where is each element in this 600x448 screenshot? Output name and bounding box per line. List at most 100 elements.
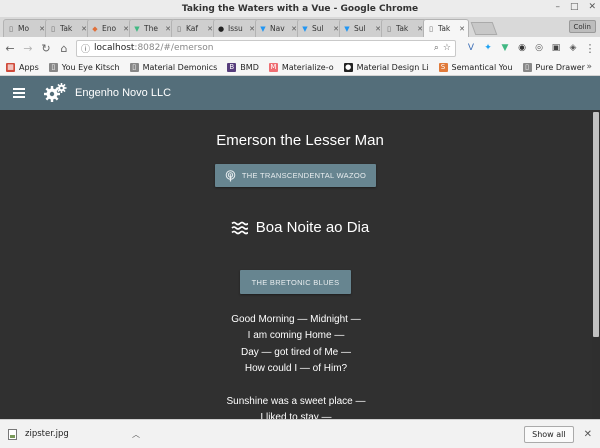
bookmark-label: Material Design Li [356,62,429,72]
poem-line: Good Morning — Midnight — [231,314,361,325]
window-title: Taking the Waters with a Vue - Google Ch… [181,3,419,14]
menu-icon[interactable] [13,88,25,98]
tab-label: The [144,24,158,33]
bookmark-favicon-icon: ▦ [6,62,15,72]
tab-favicon-icon: ▯ [429,24,433,33]
bookmark-item[interactable]: M Materialize-o [268,62,334,72]
url-path: :8082/#/emerson [134,43,214,53]
bookmark-item[interactable]: ● Material Design Li [343,62,429,72]
bookmark-label: Materialize-o [281,62,334,72]
window-titlebar: Taking the Waters with a Vue - Google Ch… [0,0,600,17]
bookmark-item[interactable]: ▦ Apps [6,62,39,72]
chevron-up-icon[interactable]: ︿ [132,429,140,440]
reload-button[interactable]: ↻ [40,41,52,55]
bookmark-item[interactable]: ▯ Pure Drawer [522,62,585,72]
browser-tab[interactable]: ▼ Sul ✕ [339,19,385,37]
zoom-icon[interactable]: ⌕ [434,43,439,53]
poem-text: Good Morning — Midnight — I am coming Hom… [0,312,592,419]
bookmark-label: Semantical You [451,62,513,72]
chrome-menu-icon[interactable]: ⋮ [584,41,596,55]
browser-tab[interactable]: ▯ Kaf ✕ [171,19,217,37]
tab-favicon-icon: ◆ [92,24,98,33]
bookmark-item[interactable]: ▯ Material Demonics [129,62,217,72]
scrollbar-thumb[interactable] [593,112,599,337]
scrollbar-track[interactable] [592,110,600,419]
extension-icon[interactable]: ▣ [551,43,561,53]
url-host: localhost [94,43,135,53]
bookmark-favicon-icon: ● [343,62,353,72]
profile-button[interactable]: Colin [568,20,596,33]
browser-tab[interactable]: ▼ Sul ✕ [297,19,343,37]
extension-icon[interactable]: V [466,43,476,53]
podcast-icon [225,169,236,181]
show-all-button[interactable]: Show all [524,425,574,443]
stanza-break [0,378,592,394]
poem-line: How could I — of Him? [244,363,348,375]
browser-toolbar: ← → ↻ ⌂ ⓘ localhost:8082/#/emerson ⌕ ☆ V… [0,37,600,59]
browser-tab[interactable]: ▯ Mo ✕ [3,19,49,37]
tab-label: Tak [60,24,73,33]
browser-tab[interactable]: ▯ Tak ✕ [45,19,91,37]
extension-icon[interactable]: ▼ [500,43,510,53]
tab-label: Kaf [186,24,199,33]
browser-tab[interactable]: ▯ Tak ✕ [381,19,427,37]
bookmarks-bar: ▦ Apps ▯ You Eye Kitsch ▯ Material Demonics B B… [0,59,600,76]
poem-line: I am coming Home — [247,330,345,342]
bookmark-item[interactable]: B BMD [227,62,259,72]
back-button[interactable]: ← [4,41,16,55]
poem-line: Day — got tired of Me — [240,346,352,358]
poem-title: Boa Noite ao Dia [255,219,370,236]
brand[interactable]: Engenho Novo LLC [43,82,171,104]
transcendental-wazoo-label: The Transcendental Wazoo [241,171,367,180]
bookmark-favicon-icon: B [227,62,237,72]
page-title: Emerson the Lesser Man [216,132,384,149]
new-tab-button[interactable] [470,22,498,35]
tab-favicon-icon: ▼ [260,24,266,33]
bookmark-item[interactable]: ▯ You Eye Kitsch [48,62,120,72]
main-content: Emerson the Lesser Man The Transcendenta… [0,110,600,419]
bookmark-label: Apps [19,62,39,72]
bookmark-favicon-icon: M [268,62,278,72]
poem-line: Sunshine was a sweet place — [226,396,366,408]
minimize-button[interactable]: – [555,2,560,12]
tab-label: Mo [18,24,30,33]
image-file-icon [8,428,17,440]
extension-icon[interactable]: ◈ [568,43,578,53]
extension-icon[interactable]: ◉ [517,43,527,53]
browser-tab[interactable]: ▼ The ✕ [129,19,175,37]
maximize-button[interactable]: □ [570,2,579,12]
extension-icon[interactable]: ✦ [483,43,493,53]
bookmark-favicon-icon: S [438,62,448,72]
bretonic-blues-label: The Bretonic Blues [251,277,340,287]
forward-button[interactable]: → [22,41,34,55]
browser-tab[interactable]: ▯ Tak ✕ [423,19,469,37]
bookmark-label: You Eye Kitsch [61,62,120,72]
download-shelf: zipster.jpg ︿ Show all ✕ [0,419,600,448]
browser-tab[interactable]: ▼ Nav ✕ [255,19,301,37]
extension-icon[interactable]: ◎ [534,43,544,53]
tab-favicon-icon: ▼ [302,24,308,33]
tab-strip: ▯ Mo ✕ ▯ Tak ✕ ◆ Eno ✕ ▼ The ✕ ▯ Kaf ✕ ● Issu ✕ ▼ Nav ✕ ▼ Sul ✕… [0,17,600,37]
tab-close-icon[interactable]: ✕ [459,25,465,33]
gears-logo-icon [44,83,67,102]
bookmark-star-icon[interactable]: ☆ [443,43,451,53]
tab-label: Sul [312,24,324,33]
tab-favicon-icon: ▯ [9,24,13,33]
address-bar[interactable]: ⓘ localhost:8082/#/emerson ⌕ ☆ [76,39,456,57]
waves-icon [231,221,248,234]
bookmarks-overflow-icon[interactable]: » [586,62,592,72]
close-download-shelf-icon[interactable]: ✕ [584,429,592,440]
bookmark-item[interactable]: S Semantical You [438,62,513,72]
info-icon[interactable]: ⓘ [81,42,90,55]
tab-label: Sul [354,24,366,33]
browser-tab[interactable]: ◆ Eno ✕ [87,19,133,37]
home-button[interactable]: ⌂ [58,41,70,55]
app-bar: Engenho Novo LLC [0,76,600,110]
tab-favicon-icon: ▯ [387,24,391,33]
bretonic-blues-button[interactable]: The Bretonic Blues [240,270,351,294]
browser-tab[interactable]: ● Issu ✕ [213,19,259,37]
transcendental-wazoo-button[interactable]: The Transcendental Wazoo [215,164,376,187]
bookmark-favicon-icon: ▯ [522,62,532,72]
download-item[interactable]: zipster.jpg ︿ [8,423,146,445]
close-window-button[interactable]: ✕ [588,2,596,12]
